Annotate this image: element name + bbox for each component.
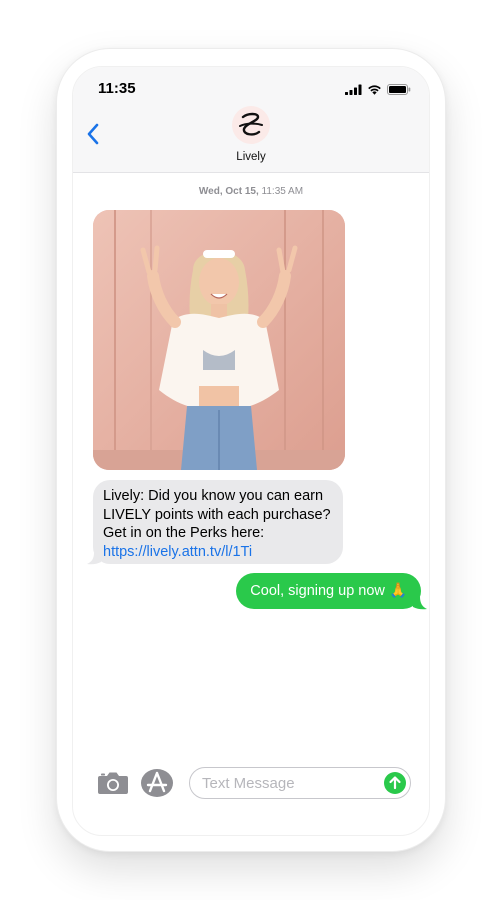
battery-icon	[387, 84, 411, 95]
timestamp-time: 11:35 AM	[261, 186, 304, 197]
outgoing-message-bubble[interactable]: Cool, signing up now 🙏	[236, 573, 421, 609]
incoming-bubble-tail	[87, 553, 101, 565]
incoming-message-link[interactable]: https://lively.attn.tv/l/1Ti	[103, 543, 333, 562]
conversation-header: 11:35 Lively	[73, 67, 429, 173]
status-time: 11:35	[98, 80, 136, 97]
message-photo[interactable]	[93, 210, 345, 470]
timestamp-day: Wed, Oct 15,	[198, 186, 259, 197]
incoming-message-line: LIVELY points with each purchase?	[103, 506, 331, 523]
send-button[interactable]	[384, 772, 406, 794]
lively-logo-icon	[239, 112, 263, 136]
chevron-left-icon[interactable]	[83, 119, 105, 149]
camera-icon[interactable]	[97, 771, 129, 795]
send-arrow-icon	[389, 776, 401, 790]
contact-avatar[interactable]	[232, 106, 270, 144]
praying-hands-emoji: 🙏	[388, 583, 407, 599]
wifi-icon	[368, 85, 381, 95]
cellular-signal-icon	[345, 84, 362, 95]
message-input[interactable]: Text Message	[189, 767, 411, 799]
status-icons	[345, 84, 411, 95]
photo-woman-peace-signs	[93, 210, 345, 470]
outgoing-message-text: Cool, signing up now	[250, 583, 385, 599]
message-timestamp: Wed, Oct 15, 11:35 AM	[73, 186, 429, 197]
messages-screen: 11:35 Lively Wed, Oct 15, 11:35 AM Livel…	[72, 66, 430, 836]
incoming-message-line: Lively: Did you know you can earn	[103, 488, 324, 504]
contact-name[interactable]: Lively	[73, 151, 429, 163]
app-store-icon[interactable]	[140, 768, 174, 798]
message-input-placeholder: Text Message	[202, 775, 295, 792]
incoming-message-bubble[interactable]: Lively: Did you know you can earn LIVELY…	[93, 480, 343, 564]
incoming-message-line: Get in on the Perks here:	[103, 525, 265, 541]
outgoing-bubble-tail	[413, 597, 427, 610]
